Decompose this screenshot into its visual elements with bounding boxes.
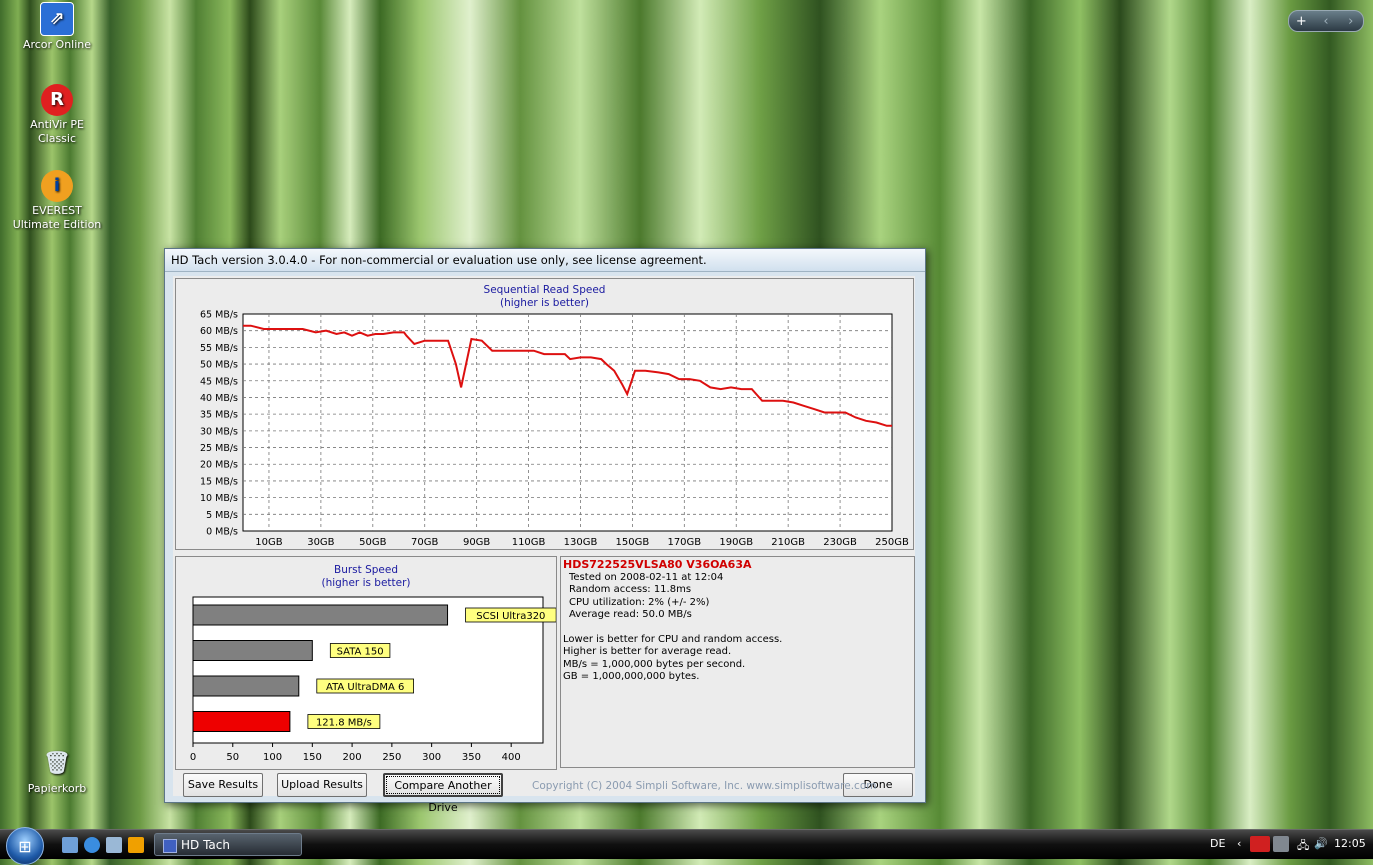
burst-bar-label: SCSI Ultra320 (476, 611, 545, 622)
y-tick-label: 30 MB/s (200, 426, 238, 437)
switch-windows-icon[interactable] (106, 837, 122, 853)
info-note: GB = 1,000,000,000 bytes. (563, 671, 700, 682)
x-tick-label: 110GB (512, 537, 546, 548)
x-tick-label: 210GB (771, 537, 805, 548)
cpu-utilization: CPU utilization: 2% (+/- 2%) (569, 596, 710, 608)
sequential-read-panel: Sequential Read Speed (higher is better)… (175, 278, 914, 550)
save-results-button[interactable]: Save Results (183, 773, 263, 797)
average-read: Average read: 50.0 MB/s (569, 609, 692, 620)
x-tick-label: 130GB (564, 537, 598, 548)
y-tick-label: 20 MB/s (200, 460, 238, 471)
x-tick-label: 170GB (667, 537, 701, 548)
x-tick-label: 350 (462, 752, 481, 763)
x-tick-label: 10GB (255, 537, 282, 548)
y-tick-label: 65 MB/s (200, 310, 238, 321)
info-note: MB/s = 1,000,000 bytes per second. (563, 658, 746, 670)
x-tick-label: 250GB (875, 537, 909, 548)
desktop-icon-label: Arcor Online (22, 38, 92, 51)
window-title[interactable]: HD Tach version 3.0.4.0 - For non-commer… (165, 249, 925, 272)
recycle-bin-icon: 🗑 (43, 751, 71, 776)
hdtach-window: HD Tach version 3.0.4.0 - For non-commer… (164, 248, 926, 814)
y-tick-label: 0 MB/s (206, 527, 238, 538)
plot-area (242, 313, 893, 532)
x-tick-label: 300 (422, 752, 441, 763)
tray-app-icon[interactable] (1273, 836, 1289, 852)
y-tick-label: 45 MB/s (200, 376, 238, 387)
media-player-icon[interactable] (128, 837, 144, 853)
compare-another-drive-button[interactable]: Compare Another Drive (383, 773, 503, 814)
burst-bar-label: SATA 150 (337, 647, 384, 658)
desktop-icon-label: AntiVir PE Classic (30, 118, 84, 145)
x-tick-label: 200 (343, 752, 362, 763)
show-desktop-icon[interactable] (62, 837, 78, 853)
burst-speed-panel: Burst Speed (higher is better) 0 50 100 150… (175, 556, 557, 770)
y-tick-label: 25 MB/s (200, 443, 238, 454)
x-tick-label: 90GB (463, 537, 490, 548)
taskbar-item-label: HD Tach (181, 838, 230, 852)
y-tick-label: 50 MB/s (200, 360, 238, 371)
x-tick-label: 30GB (307, 537, 334, 548)
x-tick-label: 0 (190, 752, 196, 763)
desktop-icon-label: EVEREST Ultimate Edition (12, 204, 102, 231)
tray-chevron-icon[interactable]: ‹ (1237, 837, 1241, 850)
info-note: Higher is better for average read. (563, 646, 732, 657)
x-tick-label: 230GB (823, 537, 857, 548)
x-tick-label: 100 (263, 752, 282, 763)
hdtach-task-icon (163, 839, 177, 853)
desktop-icon-arcor-online[interactable]: ⇗ Arcor Online (12, 2, 102, 52)
add-gadget-button[interactable]: + (1289, 14, 1314, 29)
volume-icon[interactable]: 🔊 (1314, 837, 1328, 850)
y-tick-label: 5 MB/s (206, 510, 238, 521)
x-tick-label: 70GB (411, 537, 438, 548)
desktop-icon-recycle-bin[interactable]: 🗑 Papierkorb (12, 748, 102, 796)
window-client: Sequential Read Speed (higher is better)… (173, 276, 915, 814)
next-gadget-button[interactable]: › (1338, 14, 1363, 29)
prev-gadget-button[interactable]: ‹ (1314, 14, 1339, 29)
burst-bar (192, 640, 313, 661)
x-tick-label: 190GB (719, 537, 753, 548)
x-tick-label: 150GB (616, 537, 650, 548)
burst-speed-chart: 0 50 100 150 200 250 300 350 400 SCSI Ultra320 SAT… (190, 596, 556, 763)
y-tick-label: 15 MB/s (200, 476, 238, 487)
taskbar: ⊞ HD Tach DE ‹ 🖧 🔊 12:05 (0, 827, 1373, 865)
random-access: Random access: 11.8ms (569, 584, 692, 595)
clock[interactable]: 12:05 (1334, 837, 1366, 850)
drive-model: HDS722525VLSA80 V36OA63A (563, 558, 752, 571)
everest-icon: i (41, 170, 73, 202)
internet-explorer-icon[interactable] (84, 837, 100, 853)
tested-on: Tested on 2008-02-11 at 12:04 (569, 571, 724, 583)
desktop-icon-label: Papierkorb (27, 782, 87, 795)
network-icon[interactable]: 🖧 (1297, 837, 1309, 856)
burst-bar (192, 604, 449, 626)
sequential-read-chart: 0 MB/s 5 MB/s 10 MB/s 15 MB/s 20 MB/s 25 MB/s… (200, 310, 909, 549)
sidebar-gadget-controls: + ‹ › (1288, 10, 1364, 32)
y-tick-label: 40 MB/s (200, 393, 238, 404)
x-tick-label: 250 (382, 752, 401, 763)
antivir-icon: R (41, 84, 73, 116)
ati-tray-icon[interactable] (1250, 836, 1270, 852)
language-indicator[interactable]: DE (1210, 837, 1225, 850)
windows-logo-icon: ⊞ (18, 836, 32, 856)
y-tick-label: 35 MB/s (200, 410, 238, 421)
y-tick-label: 60 MB/s (200, 326, 238, 337)
desktop-icon-everest[interactable]: i EVEREST Ultimate Edition (12, 170, 102, 232)
copyright-text: Copyright (C) 2004 Simpli Software, Inc.… (532, 780, 877, 792)
upload-results-button[interactable]: Upload Results (277, 773, 367, 797)
taskbar-item-hdtach[interactable]: HD Tach (154, 833, 302, 856)
burst-bar (192, 675, 300, 697)
info-note: Lower is better for CPU and random acces… (563, 633, 783, 645)
burst-bar (192, 711, 291, 732)
x-tick-label: 150 (303, 752, 322, 763)
y-tick-label: 55 MB/s (200, 343, 238, 354)
burst-bar-label: 121.8 MB/s (316, 718, 372, 729)
x-tick-label: 50 (226, 752, 239, 763)
drive-info-panel: HDS722525VLSA80 V36OA63A Tested on 2008-… (560, 556, 915, 768)
x-tick-label: 50GB (359, 537, 386, 548)
burst-bar-label: ATA UltraDMA 6 (326, 682, 404, 693)
arcor-online-icon: ⇗ (40, 2, 74, 36)
desktop-icon-antivir[interactable]: R AntiVir PE Classic (12, 84, 102, 146)
x-tick-label: 400 (502, 752, 521, 763)
start-button[interactable]: ⊞ (6, 827, 44, 865)
y-tick-label: 10 MB/s (200, 493, 238, 504)
